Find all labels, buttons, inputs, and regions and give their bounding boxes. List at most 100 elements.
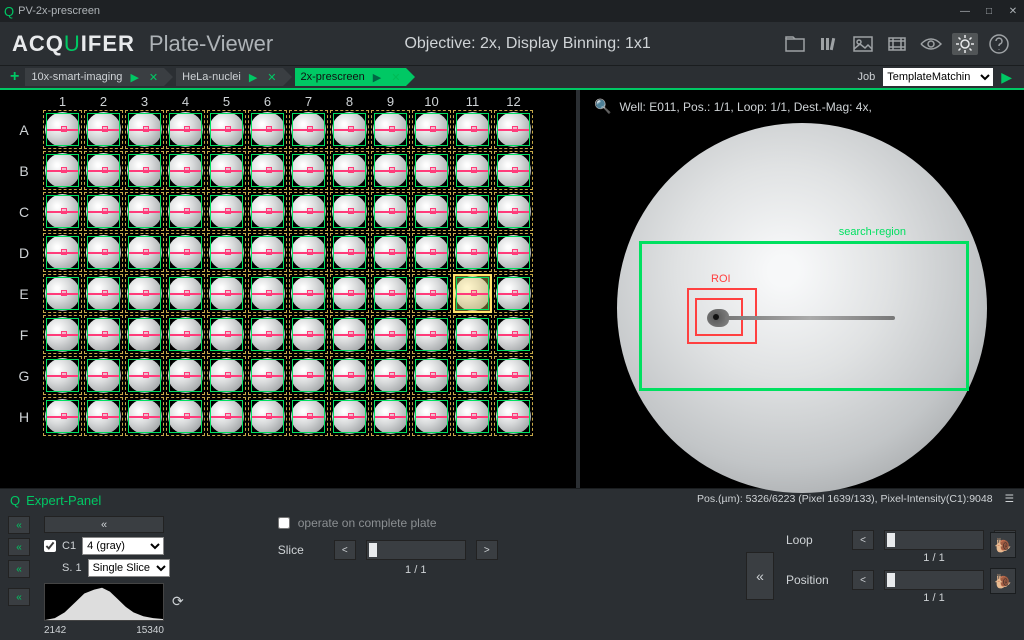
collapse-button[interactable]: « — [8, 588, 30, 606]
well-G1[interactable] — [42, 355, 83, 396]
well-F4[interactable] — [165, 314, 206, 355]
loop-prev-button[interactable]: < — [852, 530, 874, 550]
operate-complete-plate-checkbox[interactable] — [278, 517, 290, 529]
well-A9[interactable] — [370, 109, 411, 150]
well-A7[interactable] — [288, 109, 329, 150]
well-A1[interactable] — [42, 109, 83, 150]
well-H12[interactable] — [493, 396, 534, 437]
well-E2[interactable] — [83, 273, 124, 314]
well-B2[interactable] — [83, 150, 124, 191]
library-icon[interactable] — [816, 33, 842, 55]
well-H11[interactable] — [452, 396, 493, 437]
well-B5[interactable] — [206, 150, 247, 191]
well-A6[interactable] — [247, 109, 288, 150]
sun-settings-icon[interactable] — [952, 33, 978, 55]
channel-c1-checkbox[interactable] — [44, 540, 56, 552]
well-F10[interactable] — [411, 314, 452, 355]
well-A2[interactable] — [83, 109, 124, 150]
well-G9[interactable] — [370, 355, 411, 396]
well-D5[interactable] — [206, 232, 247, 273]
well-D8[interactable] — [329, 232, 370, 273]
help-icon[interactable] — [986, 33, 1012, 55]
well-C3[interactable] — [124, 191, 165, 232]
well-B3[interactable] — [124, 150, 165, 191]
folder-icon[interactable] — [782, 33, 808, 55]
well-C5[interactable] — [206, 191, 247, 232]
breadcrumb-item[interactable]: HeLa-nuclei ▶ ✕ — [176, 68, 282, 86]
collapse-wide-button[interactable]: « — [44, 516, 164, 533]
well-C1[interactable] — [42, 191, 83, 232]
add-plate-button[interactable]: + — [6, 68, 23, 86]
well-G7[interactable] — [288, 355, 329, 396]
well-B11[interactable] — [452, 150, 493, 191]
channel-c1-lut-select[interactable]: 4 (gray) — [82, 537, 164, 555]
well-D10[interactable] — [411, 232, 452, 273]
collapse-button[interactable]: « — [8, 538, 30, 556]
well-E12[interactable] — [493, 273, 534, 314]
hamburger-icon[interactable]: ☰ — [1005, 493, 1014, 508]
well-D7[interactable] — [288, 232, 329, 273]
well-B10[interactable] — [411, 150, 452, 191]
close-icon[interactable]: ✕ — [149, 71, 158, 84]
collapse-button[interactable]: « — [8, 560, 30, 578]
well-E10[interactable] — [411, 273, 452, 314]
well-C6[interactable] — [247, 191, 288, 232]
well-F9[interactable] — [370, 314, 411, 355]
well-E4[interactable] — [165, 273, 206, 314]
well-G5[interactable] — [206, 355, 247, 396]
well-E11[interactable] — [452, 273, 493, 314]
well-C12[interactable] — [493, 191, 534, 232]
magnifier-icon[interactable]: 🔍 — [594, 98, 611, 115]
well-A4[interactable] — [165, 109, 206, 150]
well-D2[interactable] — [83, 232, 124, 273]
well-H2[interactable] — [83, 396, 124, 437]
well-G4[interactable] — [165, 355, 206, 396]
well-F5[interactable] — [206, 314, 247, 355]
well-F6[interactable] — [247, 314, 288, 355]
well-F2[interactable] — [83, 314, 124, 355]
loop-slider[interactable] — [884, 530, 984, 550]
well-B4[interactable] — [165, 150, 206, 191]
well-C9[interactable] — [370, 191, 411, 232]
well-H3[interactable] — [124, 396, 165, 437]
well-E7[interactable] — [288, 273, 329, 314]
collapse-button[interactable]: « — [8, 516, 30, 534]
well-C8[interactable] — [329, 191, 370, 232]
well-A3[interactable] — [124, 109, 165, 150]
job-selector[interactable]: TemplateMatchin — [883, 68, 993, 86]
well-E8[interactable] — [329, 273, 370, 314]
refresh-histogram-icon[interactable]: ⟳ — [172, 593, 184, 610]
well-F11[interactable] — [452, 314, 493, 355]
window-maximize-button[interactable]: □ — [982, 6, 996, 17]
well-H6[interactable] — [247, 396, 288, 437]
well-G8[interactable] — [329, 355, 370, 396]
well-C2[interactable] — [83, 191, 124, 232]
well-H7[interactable] — [288, 396, 329, 437]
slice-slider[interactable] — [366, 540, 466, 560]
well-A10[interactable] — [411, 109, 452, 150]
well-E9[interactable] — [370, 273, 411, 314]
well-H1[interactable] — [42, 396, 83, 437]
breadcrumb-item-active[interactable]: 2x-prescreen ▶ ✕ — [295, 68, 407, 86]
window-close-button[interactable]: ✕ — [1006, 6, 1020, 17]
well-G12[interactable] — [493, 355, 534, 396]
window-minimize-button[interactable]: — — [958, 6, 972, 17]
well-C4[interactable] — [165, 191, 206, 232]
well-H4[interactable] — [165, 396, 206, 437]
breadcrumb-item[interactable]: 10x-smart-imaging ▶ ✕ — [25, 68, 164, 86]
position-slider[interactable] — [884, 570, 984, 590]
well-G11[interactable] — [452, 355, 493, 396]
well-A8[interactable] — [329, 109, 370, 150]
well-B9[interactable] — [370, 150, 411, 191]
well-G2[interactable] — [83, 355, 124, 396]
well-B6[interactable] — [247, 150, 288, 191]
well-H9[interactable] — [370, 396, 411, 437]
snail-2-icon[interactable]: 🐌 — [990, 568, 1016, 594]
well-F12[interactable] — [493, 314, 534, 355]
well-H8[interactable] — [329, 396, 370, 437]
well-E6[interactable] — [247, 273, 288, 314]
collapse-right-button[interactable]: « — [746, 552, 774, 600]
well-B12[interactable] — [493, 150, 534, 191]
well-G10[interactable] — [411, 355, 452, 396]
well-E3[interactable] — [124, 273, 165, 314]
